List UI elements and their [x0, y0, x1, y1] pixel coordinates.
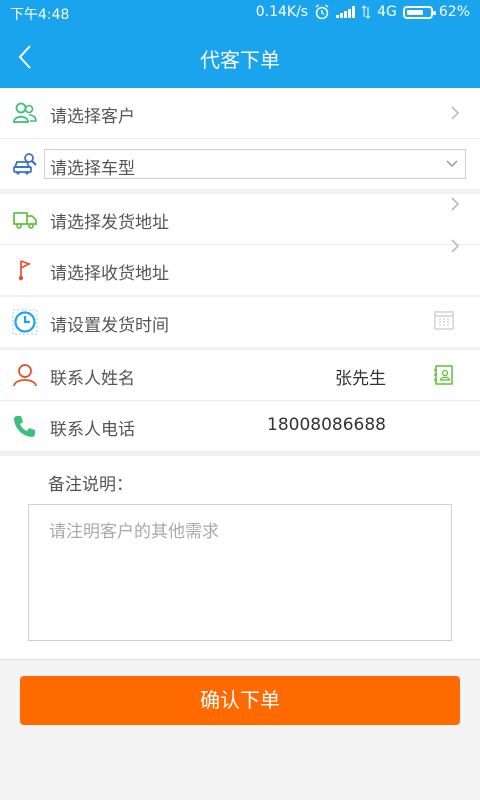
confirm-order-button[interactable]: 确认下单 — [20, 676, 460, 725]
customers-icon — [13, 102, 37, 123]
customer-label: 请选择客户 — [50, 107, 135, 127]
remarks-section: 备注说明： 请注明客户的其他需求 — [0, 456, 480, 659]
chevron-right-icon — [451, 106, 460, 120]
chevron-right-icon — [451, 239, 460, 253]
ship-address-row[interactable]: 请选择发货地址 — [0, 194, 480, 244]
receive-address-label: 请选择收货地址 — [50, 264, 169, 284]
page-title: 代客下单 — [200, 48, 280, 72]
receive-address-row[interactable]: 请选择收货地址 — [0, 239, 480, 295]
contact-book-icon[interactable] — [434, 364, 454, 386]
vehicle-row: 请选择车型 — [0, 139, 480, 189]
status-bar: 下午4:48 0.14K/s 4G 62% — [0, 0, 480, 26]
network-type: 4G — [377, 4, 397, 20]
contact-phone-label: 联系人电话 — [50, 420, 135, 440]
battery-percent: 62% — [438, 4, 470, 20]
vehicle-select[interactable]: 请选择车型 — [44, 149, 466, 179]
status-right: 0.14K/s 4G 62% — [256, 4, 470, 20]
vehicle-select-value: 请选择车型 — [50, 159, 135, 179]
remarks-textarea[interactable]: 请注明客户的其他需求 — [28, 504, 452, 641]
status-time: 下午4:48 — [10, 7, 70, 23]
phone-icon — [14, 416, 35, 437]
contact-name-label: 联系人姓名 — [50, 369, 135, 389]
clock-icon — [12, 309, 38, 335]
ship-address-label: 请选择发货地址 — [50, 213, 169, 233]
customer-row[interactable]: 请选择客户 — [0, 88, 480, 138]
chevron-down-icon — [446, 160, 458, 168]
contact-name-value[interactable]: 张先生 — [335, 364, 386, 389]
contact-phone-row: 联系人电话 18008086688 — [0, 401, 480, 451]
app-header: 代客下单 — [0, 26, 480, 88]
truck-icon — [13, 212, 37, 229]
chevron-right-icon — [451, 197, 460, 211]
car-search-icon — [13, 153, 37, 175]
remarks-placeholder: 请注明客户的其他需求 — [49, 522, 219, 542]
signal-icon — [336, 6, 356, 18]
ship-time-row[interactable]: 请设置发货时间 — [0, 297, 480, 347]
contact-name-row: 联系人姓名 张先生 — [0, 350, 480, 400]
remarks-label: 备注说明： — [48, 475, 133, 495]
net-speed: 0.14K/s — [255, 4, 309, 20]
flag-pin-icon — [18, 260, 32, 281]
person-icon — [13, 364, 37, 387]
contact-phone-value[interactable]: 18008086688 — [267, 415, 386, 435]
divider — [0, 659, 480, 660]
battery-icon — [402, 5, 436, 19]
ship-time-label: 请设置发货时间 — [50, 316, 169, 336]
data-transfer-icon — [361, 5, 371, 19]
calendar-icon[interactable] — [434, 310, 454, 330]
alarm-icon — [315, 4, 329, 20]
